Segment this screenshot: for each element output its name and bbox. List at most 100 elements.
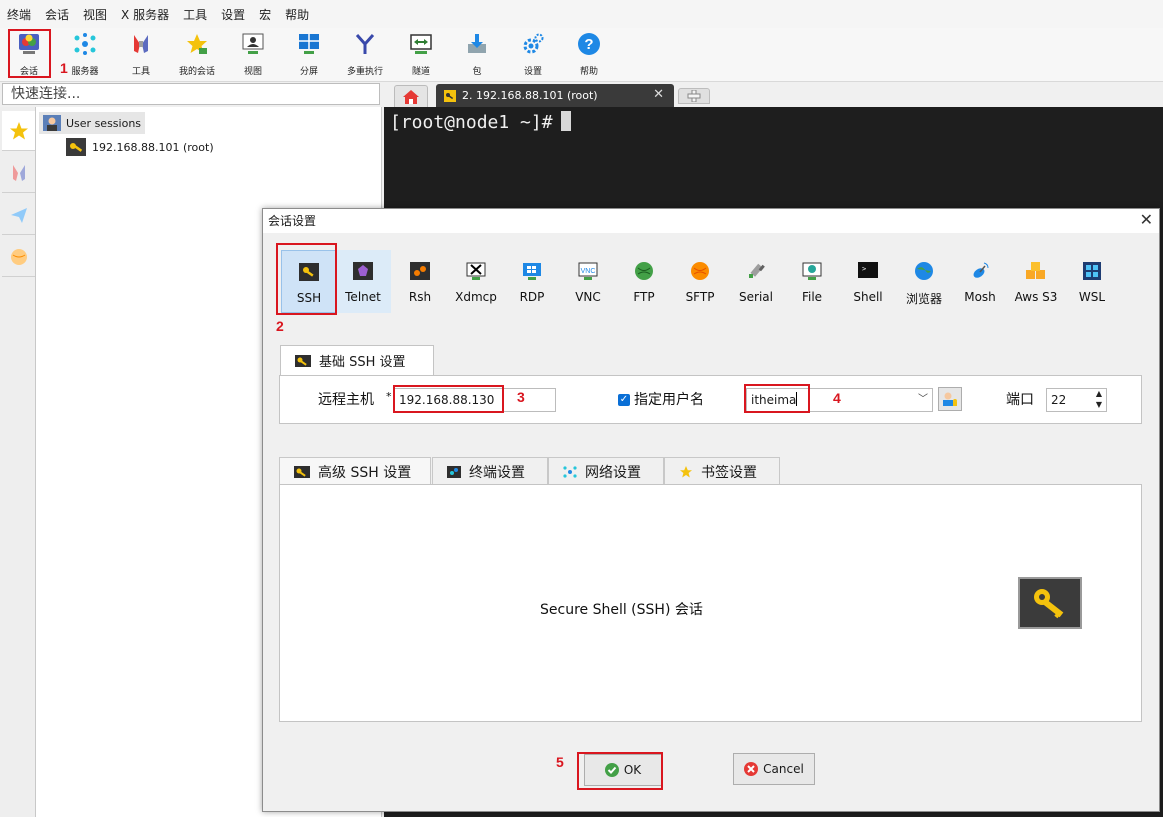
paper-plane-icon — [10, 207, 27, 223]
tools-button[interactable]: 工具 — [114, 30, 168, 78]
protocol-browser[interactable]: 浏览器 — [896, 250, 952, 313]
my-sessions-button[interactable]: 我的会话 — [170, 30, 224, 78]
tree-item-session[interactable]: 192.168.88.101 (root) — [66, 138, 214, 156]
xdmcp-icon — [465, 260, 487, 282]
protocol-xdmcp[interactable]: Xdmcp — [448, 250, 504, 313]
windows-icon — [1081, 260, 1103, 282]
globe-icon — [10, 248, 27, 265]
basic-settings-panel: 远程主机 * 192.168.88.130 ✓ 指定用户名 itheima ﹀ … — [279, 375, 1142, 424]
protocol-telnet[interactable]: Telnet — [335, 250, 391, 313]
port-label: 端口 — [1006, 392, 1034, 408]
menu-terminal[interactable]: 终端 — [0, 6, 38, 23]
terminal-settings-icon — [447, 465, 461, 478]
protocol-sftp[interactable]: SFTP — [672, 250, 728, 313]
user-manager-button[interactable] — [938, 387, 962, 411]
menu-view[interactable]: 视图 — [76, 6, 114, 23]
session-tab-bar: 2. 192.168.88.101 (root) ✕ — [384, 83, 1163, 107]
star-icon — [680, 465, 692, 477]
sidebar-tab-macros[interactable] — [2, 195, 35, 235]
remote-host-label: 远程主机 — [318, 392, 374, 408]
port-spinbox[interactable]: 22 ▲ ▼ — [1046, 388, 1107, 412]
tab-advanced-ssh-settings[interactable]: 高级 SSH 设置 — [279, 457, 431, 485]
packages-button[interactable]: 包 — [450, 30, 504, 78]
menu-xserver[interactable]: X 服务器 — [114, 6, 176, 23]
session-settings-dialog: 会话设置 ✕ SSH Telnet Rsh Xdmcp RDP VNC VNC … — [262, 208, 1160, 812]
menu-tools[interactable]: 工具 — [176, 6, 214, 23]
user-key-icon — [943, 392, 957, 406]
menu-settings[interactable]: 设置 — [214, 6, 252, 23]
protocol-rdp[interactable]: RDP — [504, 250, 560, 313]
menu-sessions[interactable]: 会话 — [38, 6, 76, 23]
tab-session[interactable]: 2. 192.168.88.101 (root) ✕ — [436, 84, 674, 107]
protocol-rsh[interactable]: Rsh — [392, 250, 448, 313]
spin-arrows-icon[interactable]: ▲ ▼ — [1096, 388, 1102, 410]
network-icon — [563, 465, 577, 478]
protocol-aws-s3[interactable]: Aws S3 — [1008, 250, 1064, 313]
menu-help[interactable]: 帮助 — [278, 6, 316, 23]
specify-username-checkbox[interactable]: ✓ — [618, 394, 630, 406]
telnet-icon — [352, 260, 374, 282]
remote-host-input[interactable]: 192.168.88.130 — [394, 388, 556, 412]
ssh-key-icon — [298, 261, 320, 283]
specify-username-label: 指定用户名 — [634, 392, 704, 408]
tab-network-settings[interactable]: 网络设置 — [548, 457, 664, 485]
required-mark: * — [386, 390, 392, 403]
protocol-shell[interactable]: > Shell — [840, 250, 896, 313]
chevron-down-icon[interactable]: ﹀ — [918, 389, 928, 411]
sidebar-tab-sessions[interactable] — [2, 111, 35, 151]
browser-globe-icon — [913, 260, 935, 282]
close-icon[interactable]: ✕ — [1140, 210, 1153, 229]
protocol-mosh[interactable]: Mosh — [952, 250, 1008, 313]
fork-icon — [353, 32, 377, 56]
annotation-label-4: 4 — [833, 390, 841, 406]
split-button[interactable]: 分屏 — [282, 30, 336, 78]
help-button[interactable]: ? 帮助 — [562, 30, 616, 78]
terminal-prompt: [root@node1 ~]# — [390, 111, 571, 133]
vnc-icon: VNC — [577, 260, 599, 282]
quick-connect-input[interactable]: 快速连接... — [2, 83, 380, 105]
protocol-wsl[interactable]: WSL — [1064, 250, 1120, 313]
sidebar-tab-sftp[interactable] — [2, 237, 35, 277]
advanced-settings-panel: Secure Shell (SSH) 会话 — [279, 484, 1142, 722]
ok-button[interactable]: OK — [584, 754, 662, 786]
menu-macros[interactable]: 宏 — [252, 6, 278, 23]
annotation-label-1: 1 — [60, 60, 68, 76]
new-tab-button[interactable] — [678, 88, 710, 104]
main-toolbar: 会话 服务器 工具 我的会话 视图 分屏 多重执行 隧道 包 设置 ? 帮助 — [0, 28, 1163, 82]
svg-text:VNC: VNC — [581, 268, 596, 275]
tab-terminal-settings[interactable]: 终端设置 — [432, 457, 548, 485]
dialog-title: 会话设置 — [263, 209, 1159, 233]
multiexec-button[interactable]: 多重执行 — [338, 30, 392, 78]
protocol-file[interactable]: File — [784, 250, 840, 313]
tunnel-button[interactable]: 隧道 — [394, 30, 448, 78]
home-icon — [403, 89, 419, 104]
menu-bar: 终端 会话 视图 X 服务器 工具 设置 宏 帮助 — [0, 0, 1163, 28]
serial-plug-icon — [745, 260, 767, 282]
tree-root-user-sessions[interactable]: User sessions — [39, 112, 146, 134]
protocol-ssh[interactable]: SSH — [281, 250, 337, 313]
close-icon[interactable]: ✕ — [653, 87, 664, 102]
check-circle-icon — [604, 763, 619, 777]
protocol-serial[interactable]: Serial — [728, 250, 784, 313]
protocol-ftp[interactable]: FTP — [616, 250, 672, 313]
sidebar-tab-tools[interactable] — [2, 153, 35, 193]
settings-button[interactable]: 设置 — [506, 30, 560, 78]
split-icon — [297, 32, 321, 56]
view-button[interactable]: 视图 — [226, 30, 280, 78]
rsh-icon — [409, 260, 431, 282]
tab-bookmark-settings[interactable]: 书签设置 — [664, 457, 780, 485]
gear-icon — [521, 32, 545, 56]
tab-basic-ssh-settings[interactable]: 基础 SSH 设置 — [280, 345, 434, 375]
globe-icon — [633, 260, 655, 282]
cancel-button[interactable]: Cancel — [733, 753, 815, 785]
servers-icon — [73, 32, 97, 56]
tunnel-icon — [409, 32, 433, 56]
star-icon — [185, 32, 209, 56]
annotation-label-5: 5 — [556, 754, 564, 770]
session-button[interactable]: 会话 — [2, 30, 56, 78]
ssh-key-icon — [444, 89, 456, 102]
svg-text:?: ? — [584, 36, 593, 53]
protocol-vnc[interactable]: VNC VNC — [560, 250, 616, 313]
rdp-icon — [521, 260, 543, 282]
home-tab[interactable] — [394, 85, 428, 107]
